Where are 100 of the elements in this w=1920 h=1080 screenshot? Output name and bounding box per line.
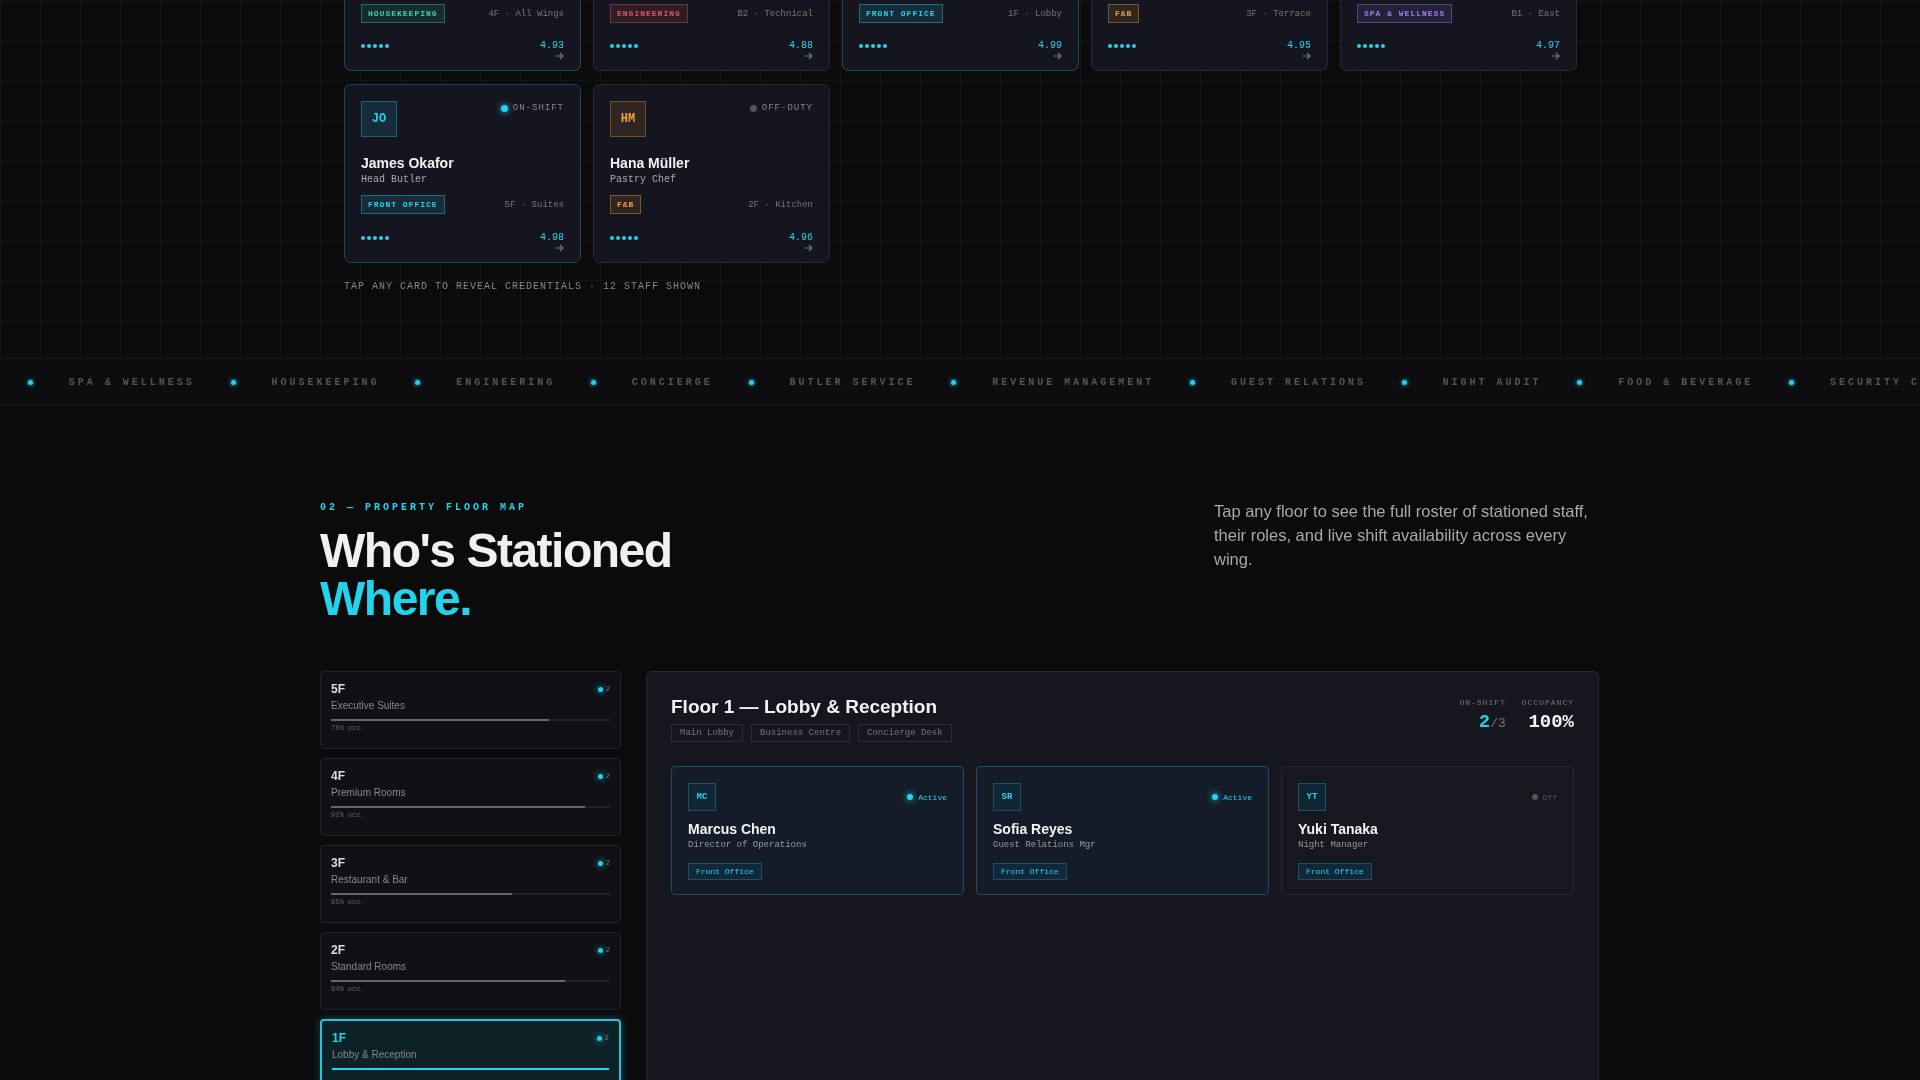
- status-dot: [597, 686, 603, 692]
- floor-name: Lobby & Reception: [332, 1049, 418, 1060]
- floor-title: Floor 1 — Lobby & Reception: [671, 696, 938, 718]
- ticker-item: HOUSEKEEPING: [271, 376, 380, 388]
- staff-card[interactable]: SPA & WELLNESS B1 · East 4.97: [1340, 0, 1577, 71]
- department-tag: Front Office: [1298, 863, 1372, 880]
- staff-card[interactable]: MC Active Marcus Chen Director of Operations Front Office: [671, 766, 964, 895]
- arrow-icon: [1551, 52, 1560, 60]
- ticker-item: NIGHT AUDIT: [1442, 376, 1542, 388]
- location-label: 5F · Suites: [504, 199, 564, 210]
- department-tag: FRONT OFFICE: [361, 195, 445, 214]
- occupancy-value: 100%: [1528, 711, 1574, 733]
- staff-card[interactable]: ENGINEERING B2 · Technical 4.88: [593, 0, 830, 71]
- ticker-item: ENGINEERING: [456, 376, 556, 388]
- location-label: 4F · All Wings: [488, 8, 564, 19]
- rating-value: 4.97: [1536, 40, 1560, 51]
- status-label: OFF-DUTY: [761, 103, 813, 113]
- arrow-icon: [804, 244, 813, 252]
- staff-card[interactable]: HOUSEKEEPING 4F · All Wings 4.93: [344, 0, 581, 71]
- floor-label: 4F: [331, 769, 345, 783]
- bullet-icon: [1789, 379, 1795, 385]
- status-label: ON-SHIFT: [512, 103, 564, 113]
- status-dot: [597, 947, 603, 953]
- floor-name: Restaurant & Bar: [331, 874, 409, 885]
- ticker-item: SECURITY C: [1829, 376, 1920, 388]
- stat-label: ON-SHIFT: [1459, 698, 1506, 707]
- floor-name: Premium Rooms: [331, 787, 407, 798]
- department-tag: FRONT OFFICE: [859, 4, 943, 23]
- staff-name: Hana Müller: [610, 155, 691, 171]
- department-tag: SPA & WELLNESS: [1357, 4, 1453, 23]
- arrow-icon: [1053, 52, 1062, 60]
- staff-role: Director of Operations: [688, 840, 808, 850]
- staff-role: Head Butler: [361, 174, 428, 185]
- on-shift-count: 2: [1478, 711, 1491, 733]
- ticker-item: BUTLER SERVICE: [789, 376, 916, 388]
- avatar-initials: SR: [993, 783, 1021, 811]
- section-title-accent: Where.: [320, 575, 473, 623]
- bullet-icon: [748, 379, 754, 385]
- department-tag: HOUSEKEEPING: [361, 4, 445, 23]
- staff-role: Guest Relations Mgr: [993, 840, 1097, 850]
- status-dot: [596, 1035, 602, 1041]
- bullet-icon: [951, 379, 957, 385]
- arrow-icon: [804, 52, 813, 60]
- staff-card[interactable]: SR Active Sofia Reyes Guest Relations Mgr Front Office: [976, 766, 1269, 895]
- area-tag: Business Centre: [751, 724, 851, 742]
- bullet-icon: [591, 379, 596, 385]
- location-label: 3F · Terrace: [1246, 8, 1311, 19]
- rating-value: 4.99: [1038, 40, 1062, 51]
- on-shift-total: /3: [1490, 716, 1506, 731]
- area-tag: Main Lobby: [671, 724, 743, 742]
- status-label: Active: [918, 792, 947, 802]
- bullet-icon: [28, 379, 33, 385]
- department-tag: F&B: [610, 195, 642, 214]
- department-tag: Front Office: [993, 863, 1067, 880]
- ticker-item: REVENUE MANAGEMENT: [992, 376, 1155, 388]
- staff-name: Marcus Chen: [688, 821, 777, 837]
- status-label: Active: [1223, 792, 1252, 802]
- floor-label: 2F: [331, 943, 345, 957]
- department-tag: F&B: [1108, 4, 1140, 23]
- avatar-initials: JO: [361, 101, 397, 137]
- staff-name: Sofia Reyes: [993, 821, 1074, 837]
- bullet-icon: [1577, 379, 1583, 385]
- bullet-icon: [1190, 379, 1196, 385]
- staff-role: Pastry Chef: [610, 174, 677, 185]
- avatar-initials: MC: [688, 783, 716, 811]
- bullet-icon: [1401, 379, 1407, 385]
- staff-card[interactable]: F&B 3F · Terrace 4.95: [1091, 0, 1328, 71]
- ticker-item: FOOD & BEVERAGE: [1618, 376, 1754, 388]
- staff-name: James Okafor: [361, 155, 455, 171]
- arrow-icon: [1302, 52, 1311, 60]
- stat-label: OCCUPANCY: [1521, 698, 1574, 707]
- status-dot: [597, 860, 603, 866]
- staff-card[interactable]: HM OFF-DUTY Hana Müller Pastry Chef F&B 2F · Kitchen 4.96: [593, 84, 830, 263]
- ticker-item: GUEST RELATIONS: [1230, 376, 1366, 388]
- floor-label: 1F: [332, 1031, 346, 1045]
- ticker-item: CONCIERGE: [631, 376, 713, 388]
- arrow-icon: [555, 52, 564, 60]
- rating-value: 4.95: [1287, 40, 1311, 51]
- department-tag: Front Office: [688, 863, 762, 880]
- section-eyebrow: 02 — PROPERTY FLOOR MAP: [320, 502, 529, 513]
- location-label: B1 · East: [1511, 8, 1560, 19]
- floor-name: Executive Suites: [331, 700, 406, 711]
- staff-card[interactable]: FRONT OFFICE 1F · Lobby 4.99: [842, 0, 1079, 71]
- staff-card[interactable]: JO ON-SHIFT James Okafor Head Butler FRONT OFFICE 5F · Suites 4.98: [344, 84, 581, 263]
- location-label: 1F · Lobby: [1008, 8, 1062, 19]
- ticker-item: SPA & WELLNESS: [68, 376, 195, 388]
- rating-value: 4.93: [540, 40, 564, 51]
- bullet-icon: [230, 379, 236, 385]
- staff-name: Yuki Tanaka: [1298, 821, 1379, 837]
- area-tag: Concierge Desk: [858, 724, 952, 742]
- avatar-initials: YT: [1298, 783, 1326, 811]
- grid-note: TAP ANY CARD TO REVEAL CREDENTIALS · 12 STAFF SHOWN: [344, 281, 702, 292]
- rating-value: 4.96: [789, 232, 813, 243]
- section-title: Who's Stationed: [320, 527, 672, 575]
- rating-value: 4.98: [540, 232, 564, 243]
- avatar-initials: HM: [610, 101, 646, 137]
- rating-value: 4.88: [789, 40, 813, 51]
- section-description: Tap any floor to see the full roster of stationed staff, their roles, and live shift availability across every wing.: [1214, 501, 1589, 570]
- arrow-icon: [555, 244, 564, 252]
- floor-name: Standard Rooms: [331, 961, 408, 972]
